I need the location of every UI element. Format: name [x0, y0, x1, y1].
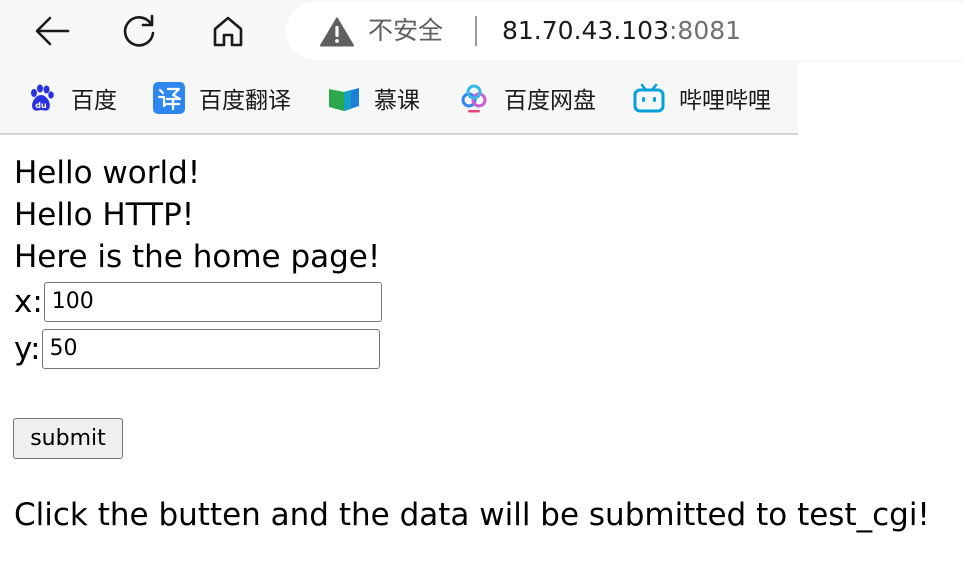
home-button[interactable] — [206, 9, 250, 53]
address-bar[interactable]: 不安全 81.70.43.103:8081 — [286, 2, 963, 60]
svg-text:du: du — [35, 101, 47, 110]
favorite-bilibili[interactable]: 哔哩哔哩 — [633, 80, 771, 116]
x-input[interactable] — [43, 281, 382, 322]
baidu-paw-icon: du — [31, 84, 54, 111]
baidu-netdisk-icon — [461, 84, 487, 113]
instruction-text: Click the butten and the data will be su… — [14, 497, 930, 533]
submit-button[interactable]: submit — [13, 418, 123, 459]
warning-triangle-icon[interactable] — [320, 17, 354, 47]
favorite-mooc[interactable]: 慕课 — [328, 80, 420, 116]
greeting-line: Hello HTTP! — [14, 197, 195, 233]
greeting-line: Hello world! — [14, 155, 201, 191]
url-port: :8081 — [669, 16, 742, 45]
bilibili-tv-icon — [633, 83, 665, 113]
address-separator — [475, 16, 477, 46]
y-input[interactable] — [41, 328, 380, 369]
home-page-line: Here is the home page! — [14, 239, 381, 275]
page-content: Hello world! Hello HTTP! Here is the hom… — [14, 152, 954, 372]
back-button[interactable] — [30, 9, 74, 53]
favorite-label: 哔哩哔哩 — [679, 88, 771, 114]
browser-toolbar: 不安全 81.70.43.103:8081 — [0, 0, 963, 62]
y-label: y: — [14, 330, 41, 367]
favorite-baidu[interactable]: du 百度 — [25, 80, 117, 116]
home-icon — [213, 16, 243, 47]
favorite-label: 百度网盘 — [504, 88, 596, 114]
favorite-label: 百度翻译 — [199, 88, 291, 114]
refresh-button[interactable] — [118, 9, 162, 53]
favorite-label: 百度 — [71, 88, 117, 114]
x-label: x: — [14, 283, 43, 320]
url-text[interactable]: 81.70.43.103:8081 — [502, 16, 741, 46]
favorite-label: 慕课 — [374, 88, 420, 114]
y-field-row: y: — [14, 325, 954, 372]
favorite-baidu-translate[interactable]: 百度翻译 — [153, 80, 291, 116]
favorite-baidu-netdisk[interactable]: 百度网盘 — [458, 80, 596, 116]
url-host: 81.70.43.103 — [502, 16, 669, 45]
security-status-label[interactable]: 不安全 — [368, 16, 443, 46]
baidu-translate-icon — [153, 82, 185, 114]
back-arrow-icon — [35, 16, 70, 46]
x-field-row: x: — [14, 278, 954, 325]
favorites-bar: du 百度 百度翻译 慕课 百度网盘 哔哩哔哩 — [0, 62, 798, 135]
mooc-book-icon — [329, 88, 359, 111]
refresh-icon — [123, 14, 155, 47]
